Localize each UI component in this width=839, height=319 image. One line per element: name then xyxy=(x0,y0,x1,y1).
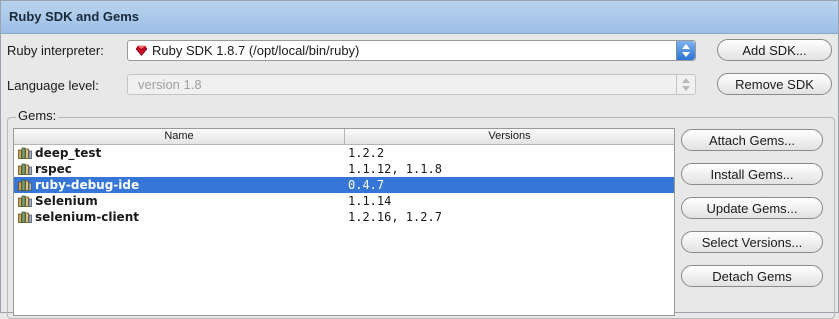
gems-table-header: Name Versions xyxy=(14,129,674,145)
column-header-versions[interactable]: Versions xyxy=(345,129,674,144)
table-row[interactable]: selenium-client 1.2.16, 1.2.7 xyxy=(14,209,674,225)
gem-jar-icon xyxy=(18,195,32,207)
ruby-gem-icon xyxy=(136,45,147,56)
gem-versions: 0.4.7 xyxy=(348,178,385,192)
attach-gems-button[interactable]: Attach Gems... xyxy=(681,129,823,151)
select-arrows-icon xyxy=(676,41,695,60)
language-level-value: version 1.8 xyxy=(138,77,202,92)
ruby-sdk-gems-panel: Ruby SDK and Gems Ruby interpreter: Ruby… xyxy=(0,0,839,319)
gem-jar-icon xyxy=(18,147,32,159)
table-row[interactable]: Selenium 1.1.14 xyxy=(14,193,674,209)
add-sdk-button[interactable]: Add SDK... xyxy=(717,39,832,61)
panel-titlebar: Ruby SDK and Gems xyxy=(1,1,838,34)
table-row-selected[interactable]: ruby-debug-ide 0.4.7 xyxy=(14,177,674,193)
gems-table[interactable]: Name Versions deep_test 1.2.2 rspec 1.1.… xyxy=(13,128,675,316)
column-header-name[interactable]: Name xyxy=(14,129,345,144)
gems-group-label: Gems: xyxy=(16,108,59,123)
gem-jar-icon xyxy=(18,211,32,223)
ruby-interpreter-label: Ruby interpreter: xyxy=(7,43,104,58)
gem-jar-icon xyxy=(18,163,32,175)
gem-name: rspec xyxy=(35,162,72,176)
gem-name: Selenium xyxy=(35,194,98,208)
gem-versions: 1.2.16, 1.2.7 xyxy=(348,210,442,224)
install-gems-button[interactable]: Install Gems... xyxy=(681,163,823,185)
ruby-interpreter-value: Ruby SDK 1.8.7 (/opt/local/bin/ruby) xyxy=(152,43,360,58)
gem-versions: 1.1.12, 1.1.8 xyxy=(348,162,442,176)
select-versions-button[interactable]: Select Versions... xyxy=(681,231,823,253)
table-row[interactable]: deep_test 1.2.2 xyxy=(14,145,674,161)
detach-gems-button[interactable]: Detach Gems xyxy=(681,265,823,287)
gem-name: deep_test xyxy=(35,146,102,160)
language-level-select[interactable]: version 1.8 xyxy=(127,74,696,95)
gem-jar-icon xyxy=(18,179,32,191)
update-gems-button[interactable]: Update Gems... xyxy=(681,197,823,219)
table-row[interactable]: rspec 1.1.12, 1.1.8 xyxy=(14,161,674,177)
gem-versions: 1.1.14 xyxy=(348,194,392,208)
panel-title: Ruby SDK and Gems xyxy=(9,9,140,24)
language-level-label: Language level: xyxy=(7,78,99,93)
gem-name: ruby-debug-ide xyxy=(35,178,140,192)
ruby-interpreter-select[interactable]: Ruby SDK 1.8.7 (/opt/local/bin/ruby) xyxy=(127,40,696,61)
select-arrows-icon xyxy=(676,75,695,94)
gem-name: selenium-client xyxy=(35,210,139,224)
remove-sdk-button[interactable]: Remove SDK xyxy=(717,73,832,95)
gem-versions: 1.2.2 xyxy=(348,146,385,160)
